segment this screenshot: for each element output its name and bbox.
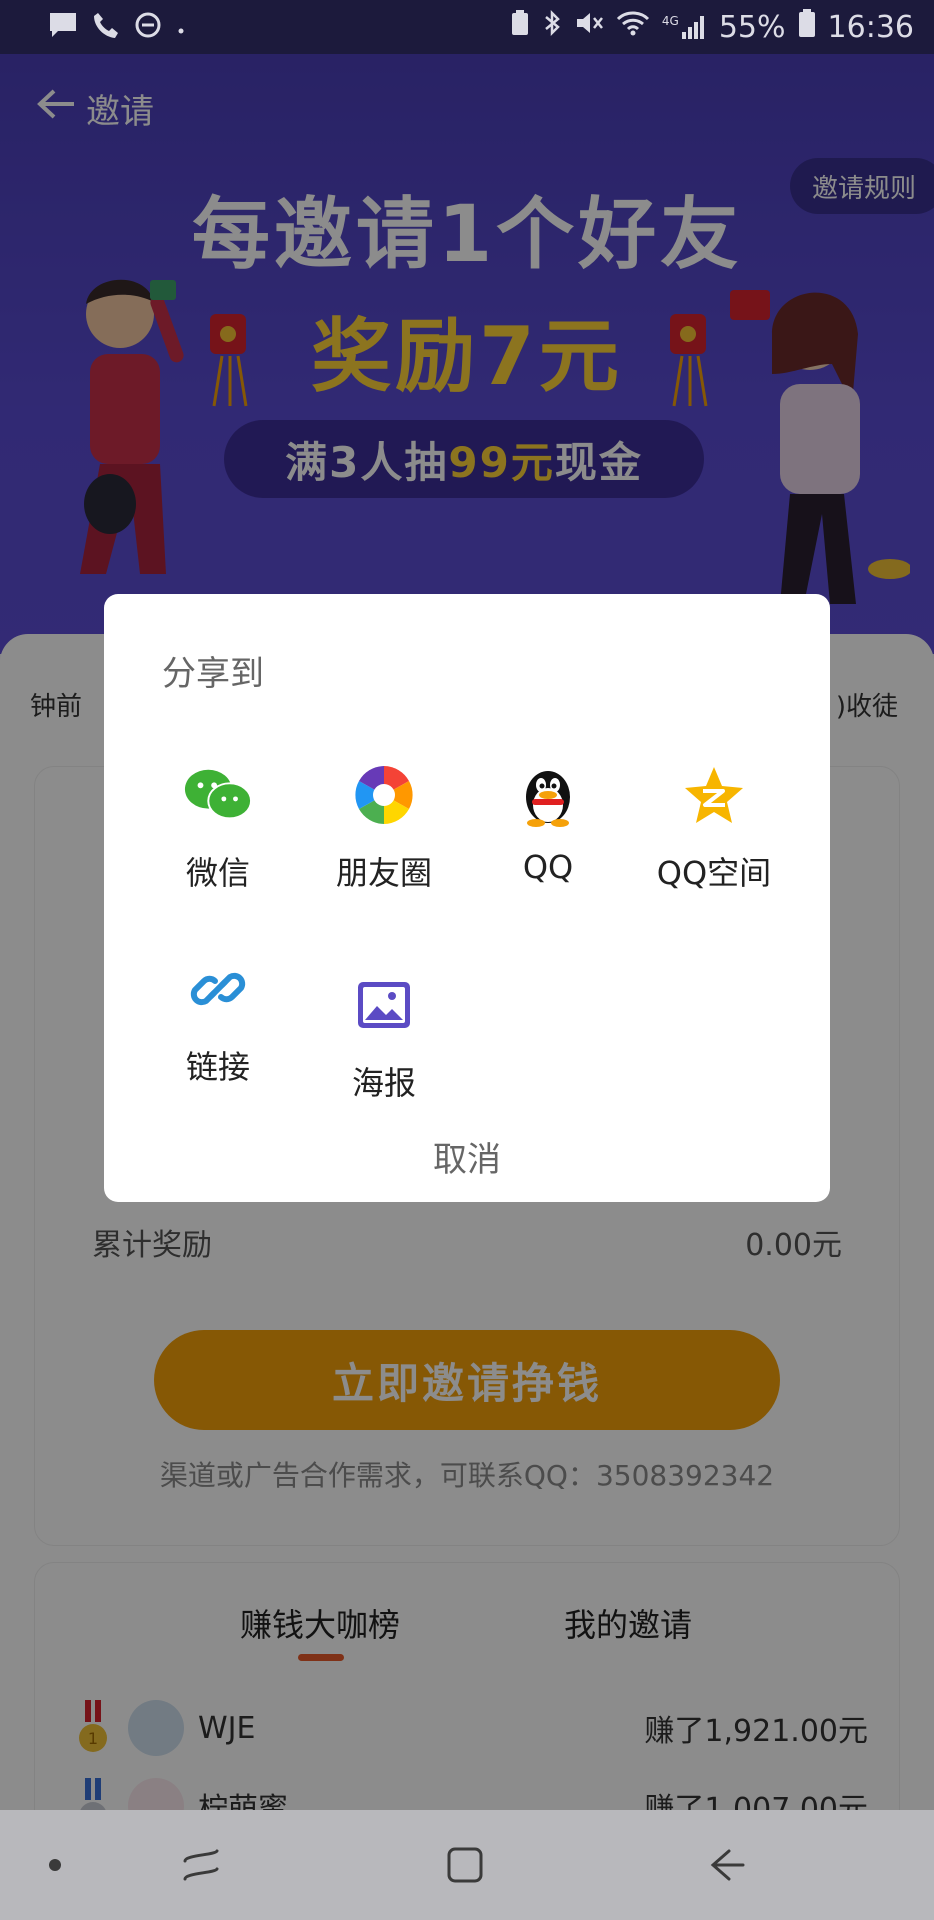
share-qzone-button[interactable]: QQ空间 xyxy=(632,760,796,910)
clock: 16:36 xyxy=(827,9,914,45)
battery-percent: 55% xyxy=(718,9,786,45)
qzone-icon xyxy=(679,760,749,830)
network-type: 4G xyxy=(661,14,679,28)
share-dialog: 分享到 微信 朋友圈 QQ QQ空间 链接 海报 取消 xyxy=(104,594,830,1202)
share-label: 微信 xyxy=(185,854,250,892)
battery-icon xyxy=(798,8,816,46)
cancel-button[interactable]: 取消 xyxy=(104,1132,830,1181)
dot-icon xyxy=(176,13,186,41)
share-moments-button[interactable]: 朋友圈 xyxy=(302,760,466,910)
moments-icon xyxy=(349,760,419,830)
share-label: QQ xyxy=(522,848,574,886)
share-qq-button[interactable]: QQ xyxy=(466,760,630,910)
home-icon[interactable] xyxy=(438,1838,492,1892)
message-icon xyxy=(48,11,78,44)
link-icon xyxy=(183,954,253,1024)
dot-icon[interactable] xyxy=(28,1838,82,1892)
share-poster-button[interactable]: 海报 xyxy=(292,936,476,1116)
share-label: 链接 xyxy=(185,1048,250,1086)
mute-icon xyxy=(574,9,604,45)
poster-image-icon xyxy=(349,970,419,1040)
recent-apps-icon[interactable] xyxy=(174,1838,228,1892)
wifi-icon xyxy=(616,9,650,45)
qq-icon xyxy=(513,760,583,830)
signal-icon: 4G xyxy=(662,14,707,40)
phone-icon xyxy=(92,11,120,44)
battery-saver-icon xyxy=(510,9,530,45)
share-label: QQ空间 xyxy=(656,854,772,892)
share-label: 海报 xyxy=(351,1064,416,1102)
back-icon[interactable] xyxy=(700,1838,754,1892)
bluetooth-icon xyxy=(542,9,562,45)
wechat-icon xyxy=(183,760,253,830)
share-link-button[interactable]: 链接 xyxy=(136,954,300,1104)
status-bar: 4G 55% 16:36 xyxy=(0,0,934,54)
share-wechat-button[interactable]: 微信 xyxy=(136,760,300,910)
system-nav-bar xyxy=(0,1810,934,1920)
share-label: 朋友圈 xyxy=(335,854,432,892)
dialog-title: 分享到 xyxy=(162,654,264,694)
do-not-disturb-icon xyxy=(134,11,162,44)
